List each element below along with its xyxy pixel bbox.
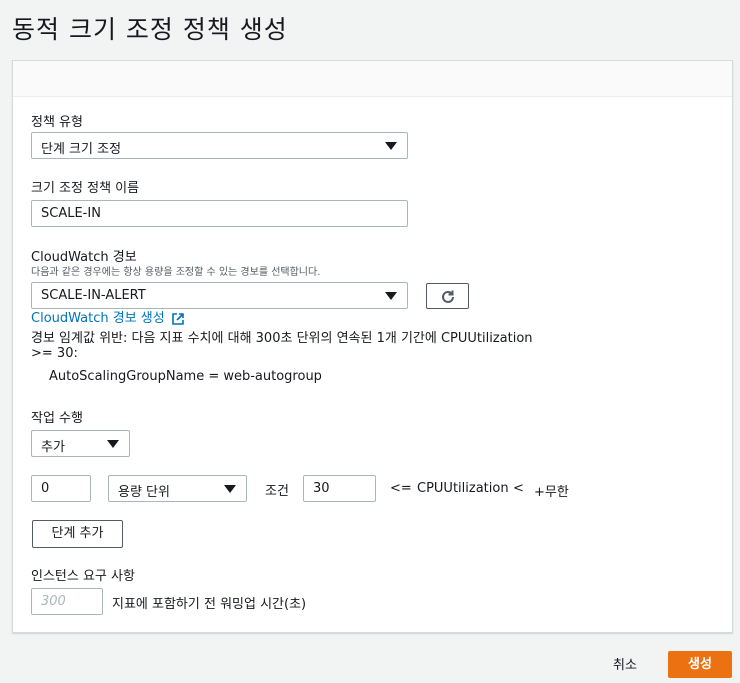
step-lower-value: 30 <box>313 481 330 496</box>
warmup-input[interactable]: 300 <box>31 588 103 615</box>
form-panel: 정책 유형 단계 크기 조정 크기 조정 정책 이름 SCALE-IN Clou… <box>12 60 733 633</box>
chevron-down-icon <box>385 142 397 150</box>
step-amount-input[interactable]: 0 <box>31 475 91 502</box>
step-lower-input[interactable]: 30 <box>303 475 376 502</box>
policy-type-value: 단계 크기 조정 <box>41 142 122 157</box>
page-title: 동적 크기 조정 정책 생성 <box>12 15 288 44</box>
lte-operator: <= <box>390 481 412 496</box>
policy-name-input[interactable]: SCALE-IN <box>31 200 408 227</box>
panel-header <box>13 61 732 97</box>
refresh-icon <box>442 290 454 303</box>
chevron-down-icon <box>107 440 119 448</box>
step-unit-select[interactable]: 용량 단위 <box>108 475 247 502</box>
action-value: 추가 <box>41 440 65 455</box>
alarm-dimension: AutoScalingGroupName = web-autogroup <box>49 369 322 384</box>
cloudwatch-alarm-select[interactable]: SCALE-IN-ALERT <box>31 282 408 309</box>
cancel-button[interactable]: 취소 <box>613 654 637 673</box>
action-label: 작업 수행 <box>31 411 83 426</box>
external-link-icon <box>172 312 184 325</box>
cloudwatch-alarm-description: 다음과 같은 경우에는 항상 용량을 조정할 수 있는 경보를 선택합니다. <box>31 267 321 278</box>
chevron-down-icon <box>385 292 397 300</box>
metric-name: CPUUtilization <box>417 481 509 496</box>
condition-label: 조건 <box>265 484 289 499</box>
add-step-button[interactable]: 단계 추가 <box>32 520 123 548</box>
create-button[interactable]: 생성 <box>668 651 732 678</box>
cloudwatch-alarm-value: SCALE-IN-ALERT <box>41 288 146 303</box>
warmup-placeholder: 300 <box>41 594 66 609</box>
warmup-label: 인스턴스 요구 사항 <box>31 569 135 584</box>
policy-name-label: 크기 조정 정책 이름 <box>31 181 140 196</box>
alarm-breach-line1: 경보 임계값 위반: 다음 지표 수치에 대해 300초 단위의 연속된 1개 … <box>31 331 533 346</box>
lt-operator: < <box>513 481 524 496</box>
upper-bound: +무한 <box>534 485 569 500</box>
warmup-suffix: 지표에 포함하기 전 워밍업 시간(초) <box>112 597 307 612</box>
alarm-breach-line2: >= 30: <box>31 346 78 361</box>
step-unit-value: 용량 단위 <box>118 485 170 500</box>
action-select[interactable]: 추가 <box>31 430 130 457</box>
policy-name-value: SCALE-IN <box>41 206 101 221</box>
policy-type-select[interactable]: 단계 크기 조정 <box>31 132 408 159</box>
create-alarm-link[interactable]: CloudWatch 경보 생성 <box>31 307 184 326</box>
create-alarm-link-text: CloudWatch 경보 생성 <box>31 311 165 326</box>
chevron-down-icon <box>224 485 236 493</box>
policy-type-label: 정책 유형 <box>31 115 83 130</box>
step-amount-value: 0 <box>41 481 50 496</box>
refresh-button[interactable] <box>426 283 469 309</box>
